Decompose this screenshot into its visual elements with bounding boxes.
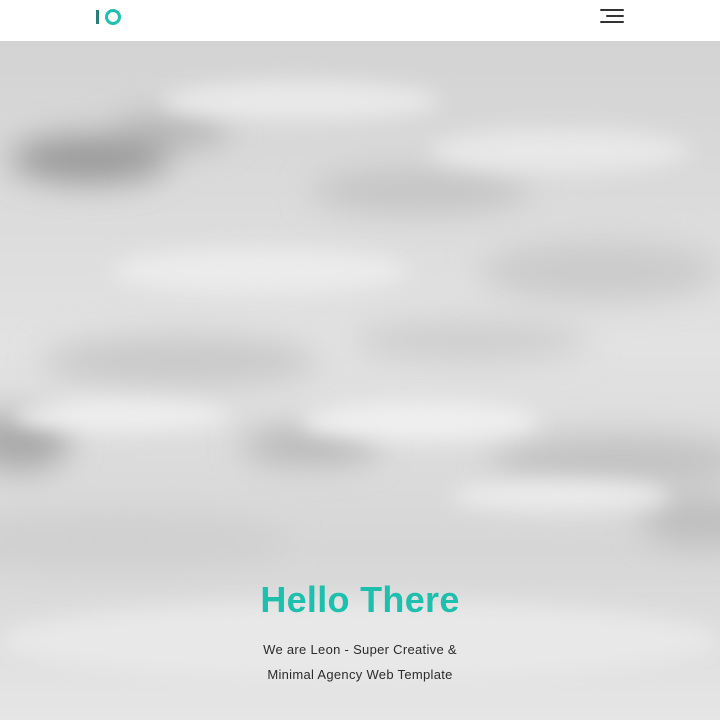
logo-ring-icon bbox=[105, 9, 121, 25]
site-header bbox=[0, 0, 720, 41]
hero-subtitle-line-1: We are Leon - Super Creative & bbox=[263, 642, 457, 657]
hero-subtitle-line-2: Minimal Agency Web Template bbox=[267, 667, 453, 682]
hamburger-menu-button[interactable] bbox=[600, 8, 626, 24]
logo-bar-icon bbox=[96, 10, 99, 24]
hamburger-menu-icon bbox=[600, 9, 624, 11]
site-logo[interactable] bbox=[96, 8, 121, 26]
hero-title: Hello There bbox=[260, 579, 460, 620]
hamburger-line bbox=[600, 21, 624, 23]
hamburger-line bbox=[606, 15, 624, 17]
hero-subtitle: We are Leon - Super Creative & Minimal A… bbox=[0, 637, 720, 687]
hero-section: Hello There We are Leon - Super Creative… bbox=[0, 41, 720, 720]
page: Hello There We are Leon - Super Creative… bbox=[0, 0, 720, 720]
